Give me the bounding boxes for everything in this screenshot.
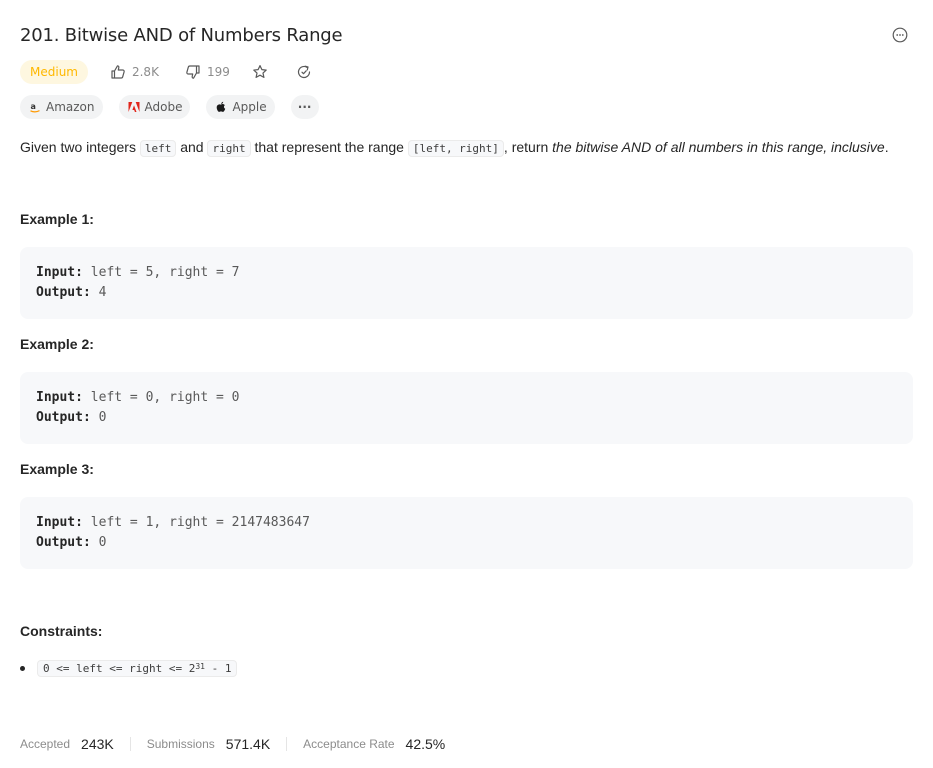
submissions-count: 571.4K [225,736,271,752]
constraint-code: 0 <= left <= right <= 231 - 1 [37,660,238,677]
star-icon [253,65,267,78]
company-tag-amazon[interactable]: a Amazon [20,95,103,119]
favorite-button[interactable] [252,64,274,80]
example-input: left = 5, right = 7 [90,265,240,280]
company-name: Amazon [46,100,95,114]
company-tag-adobe[interactable]: Adobe [118,95,191,119]
like-count: 2.8K [131,65,159,79]
thumbs-down-icon [186,65,200,79]
more-options-icon[interactable] [891,26,909,44]
divider [129,737,131,751]
example-title: Example 2: [20,336,94,352]
example-box: Input: left = 1, right = 2147483647 Outp… [20,497,913,569]
adobe-logo-icon [128,101,140,113]
inline-code: left [139,140,177,157]
dislike-button[interactable]: 199 [185,64,230,80]
example-output: 0 [98,410,107,425]
constraints-title: Constraints: [20,623,103,639]
constraint-item: 0 <= left <= right <= 231 - 1 [20,660,238,677]
example-box: Input: left = 0, right = 0 Output: 0 [20,372,913,444]
reset-button[interactable] [296,64,318,80]
company-name: Adobe [144,100,183,114]
example-title: Example 3: [20,461,94,477]
thumbs-up-icon [111,65,125,79]
problem-description: Given two integers left and right that r… [20,139,889,157]
accepted-count: 243K [81,736,114,752]
dislike-count: 199 [206,65,230,79]
company-tag-apple[interactable]: Apple [206,95,275,119]
difficulty-badge: Medium [20,60,88,84]
like-button[interactable]: 2.8K [110,64,159,80]
submission-stats: Accepted 243K Submissions 571.4K Accepta… [20,734,445,754]
problem-title: 201. Bitwise AND of Numbers Range [20,24,343,46]
apple-logo-icon [215,101,227,113]
example-output: 0 [98,535,107,550]
example-box: Input: left = 5, right = 7 Output: 4 [20,247,913,319]
problem-header: 201. Bitwise AND of Numbers Range [20,22,913,48]
bullet-icon [20,666,25,671]
inline-code: right [207,140,251,157]
company-tags: a Amazon Adobe Apple ··· [20,95,335,119]
example-input: left = 0, right = 0 [90,390,240,405]
example-input: left = 1, right = 2147483647 [90,515,310,530]
example-output: 4 [98,285,107,300]
svg-text:a: a [31,102,36,111]
divider [286,737,288,751]
description-emphasis: the bitwise AND of all numbers in this r… [552,139,885,155]
stat-label: Acceptance Rate [303,737,395,751]
stat-label: Submissions [146,737,215,751]
stat-label: Accepted [20,737,71,751]
inline-code: [left, right] [407,140,504,157]
example-title: Example 1: [20,211,94,227]
amazon-logo-icon: a [29,101,41,113]
company-name: Apple [232,100,267,114]
refresh-icon [297,65,310,79]
acceptance-rate: 42.5% [405,736,446,752]
more-companies-button[interactable]: ··· [290,95,319,119]
problem-meta: Medium 2.8K 199 [20,60,318,84]
